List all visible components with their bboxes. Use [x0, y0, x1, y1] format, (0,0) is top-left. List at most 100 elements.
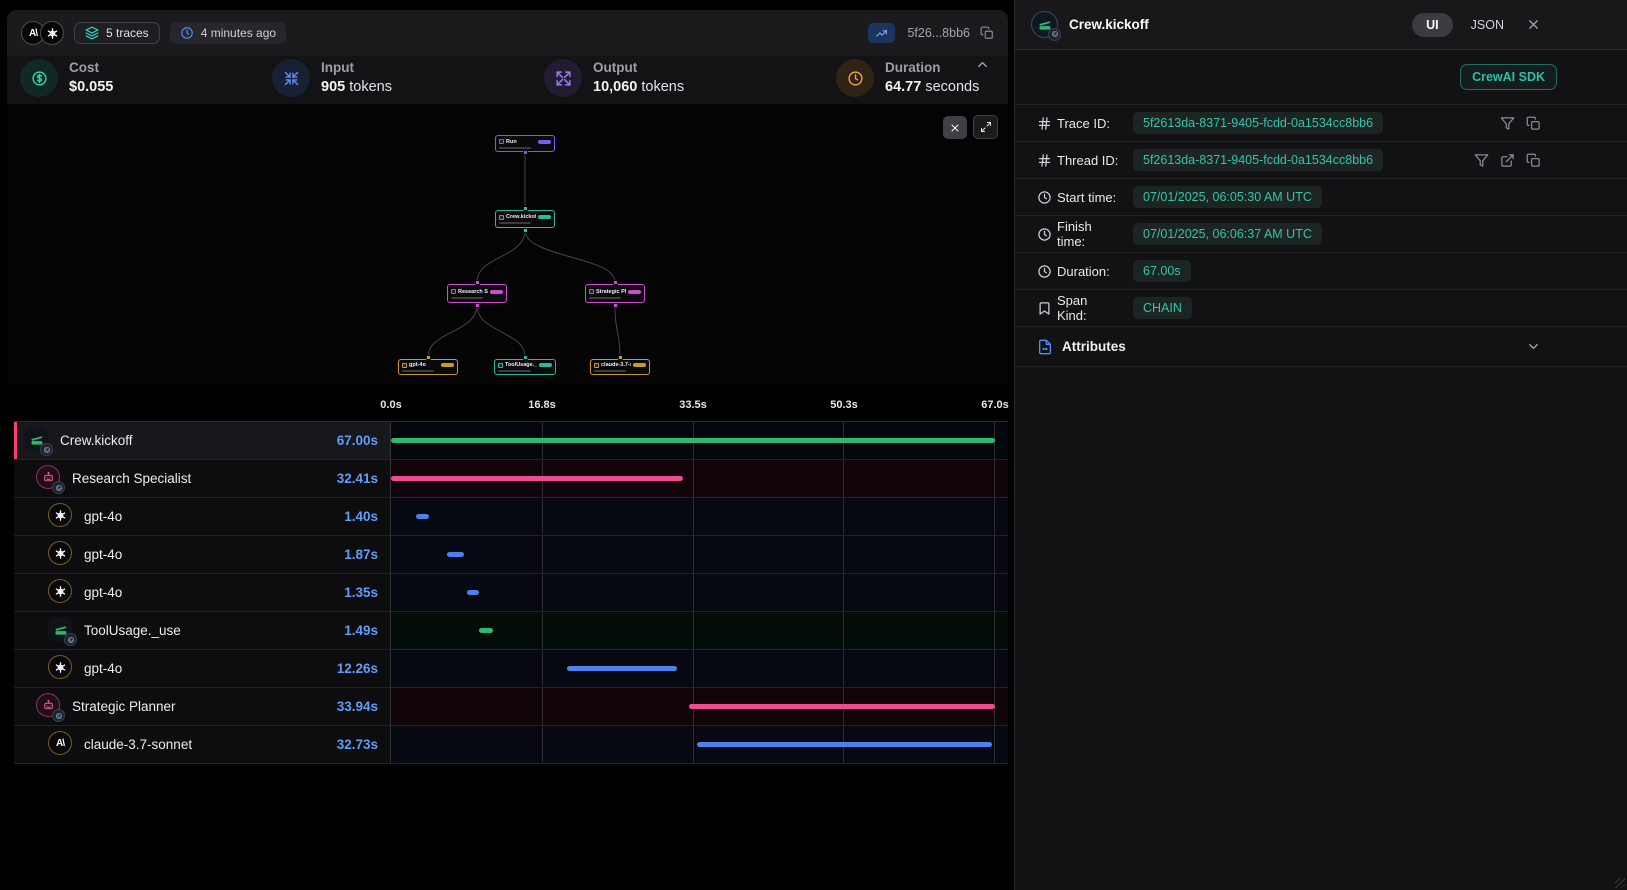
span-row-label-cell[interactable]: Crew.kickoff67.00s [14, 422, 391, 460]
provider-logos: A\ [21, 21, 64, 45]
span-bar[interactable] [697, 742, 992, 747]
metric-output: Output10,060 tokens [544, 59, 684, 97]
clock-icon [1037, 264, 1052, 279]
graph-node-gpt[interactable]: gpt-4o [398, 359, 458, 375]
trace-header-strip: A\ 5 traces 4 minutes ago 5f26...8bb6 [7, 10, 1008, 56]
node-handle[interactable] [523, 355, 528, 360]
span-name: gpt-4o [84, 585, 335, 600]
graph-node-crew[interactable]: Crew.kickoff [495, 210, 555, 228]
span-bar[interactable] [689, 704, 995, 709]
span-bar[interactable] [567, 666, 678, 671]
span-bar[interactable] [467, 590, 479, 595]
span-row[interactable]: Research Specialist32.41s [14, 460, 1008, 498]
panel-close-button[interactable] [1526, 17, 1541, 32]
trace-main: A\ 5 traces 4 minutes ago 5f26...8bb6 [0, 0, 1014, 890]
span-waterfall: 0.0s16.8s33.5s50.3s67.0s Crew.kickoff67.… [14, 393, 1008, 764]
field-value: CHAIN [1133, 297, 1192, 319]
copy-trace-id-button[interactable] [980, 26, 994, 40]
field-value: 67.00s [1133, 260, 1191, 282]
span-row-timeline-cell[interactable] [391, 536, 1008, 574]
node-subtext [451, 297, 483, 299]
span-row-label-cell[interactable]: gpt-4o1.87s [14, 536, 391, 574]
span-row[interactable]: ToolUsage._use1.49s [14, 612, 1008, 650]
openai-icon [48, 503, 75, 530]
node-handle[interactable] [613, 280, 618, 285]
external-icon[interactable] [1500, 153, 1515, 168]
node-handle[interactable] [523, 150, 528, 155]
entity-badge-icon [1048, 28, 1061, 41]
graph-node-research[interactable]: Research Speciali... [447, 284, 507, 303]
span-row[interactable]: gpt-4o1.40s [14, 498, 1008, 536]
metric-label: Input [321, 60, 392, 75]
span-row[interactable]: Crew.kickoff67.00s [14, 422, 1008, 460]
span-bar[interactable] [416, 514, 429, 519]
node-handle[interactable] [613, 303, 618, 308]
span-row[interactable]: gpt-4o12.26s [14, 650, 1008, 688]
attributes-section-toggle[interactable]: Attributes [1015, 327, 1627, 367]
span-row-label-cell[interactable]: Research Specialist32.41s [14, 460, 391, 498]
span-row[interactable]: Strategic Planner33.94s [14, 688, 1008, 726]
span-row-label-cell[interactable]: A\claude-3.7-sonnet32.73s [14, 726, 391, 764]
span-row-timeline-cell[interactable] [391, 650, 1008, 688]
span-row-timeline-cell[interactable] [391, 688, 1008, 726]
node-handle[interactable] [475, 280, 480, 285]
openai-icon [48, 579, 75, 606]
node-handle[interactable] [523, 228, 528, 233]
node-subtext [589, 297, 621, 299]
node-handle[interactable] [523, 206, 528, 211]
traces-badge[interactable]: 5 traces [74, 22, 160, 44]
graph-node-claude[interactable]: claude-3.7-sonnet [590, 359, 650, 375]
span-row[interactable]: A\claude-3.7-sonnet32.73s [14, 726, 1008, 764]
node-handle[interactable] [475, 303, 480, 308]
graph-expand-button[interactable] [973, 115, 998, 139]
copy-icon[interactable] [1526, 116, 1541, 131]
span-name: gpt-4o [84, 661, 328, 676]
span-row-timeline-cell[interactable] [391, 574, 1008, 612]
span-bar[interactable] [391, 476, 683, 481]
span-bar[interactable] [447, 552, 464, 557]
detail-fields: Trace ID:5f2613da-8371-9405-fcdd-0a1534c… [1015, 104, 1627, 327]
arrows-out-icon [544, 59, 582, 97]
trace-chart-button[interactable] [868, 23, 895, 43]
field-row: Span Kind:CHAIN [1015, 290, 1627, 327]
axis-tick: 67.0s [981, 399, 1009, 411]
span-row-label-cell[interactable]: Strategic Planner33.94s [14, 688, 391, 726]
span-row-timeline-cell[interactable] [391, 498, 1008, 536]
graph-node-strategic[interactable]: Strategic Planner [585, 284, 645, 303]
metric-input: Input905 tokens [272, 59, 392, 97]
close-icon [1526, 17, 1541, 32]
span-row-label-cell[interactable]: gpt-4o12.26s [14, 650, 391, 688]
span-row-timeline-cell[interactable] [391, 726, 1008, 764]
span-row-timeline-cell[interactable] [391, 612, 1008, 650]
hash-icon [1037, 153, 1052, 168]
copy-icon[interactable] [1526, 153, 1541, 168]
node-handle[interactable] [618, 355, 623, 360]
graph-close-button[interactable] [943, 116, 967, 139]
funnel-icon[interactable] [1474, 153, 1489, 168]
span-row[interactable]: gpt-4o1.87s [14, 536, 1008, 574]
resize-grip[interactable] [1615, 878, 1625, 888]
span-row-timeline-cell[interactable] [391, 422, 1008, 460]
copy-icon [980, 26, 994, 40]
collapse-metrics-button[interactable] [975, 57, 990, 77]
span-row-label-cell[interactable]: gpt-4o1.35s [14, 574, 391, 612]
node-badge [633, 363, 646, 367]
span-bar[interactable] [391, 438, 995, 443]
node-label: Crew.kickoff [506, 214, 536, 220]
graph-node-tool[interactable]: ToolUsage._use [494, 359, 556, 375]
span-duration: 1.40s [344, 509, 390, 524]
tab-ui[interactable]: UI [1412, 13, 1453, 37]
node-subtext [499, 147, 531, 149]
entity-badge-icon [52, 709, 65, 722]
tab-json[interactable]: JSON [1463, 13, 1512, 37]
field-label: Thread ID: [1057, 153, 1120, 168]
span-row-timeline-cell[interactable] [391, 460, 1008, 498]
span-bar[interactable] [479, 628, 492, 633]
field-label: Finish time: [1057, 219, 1120, 249]
span-row[interactable]: gpt-4o1.35s [14, 574, 1008, 612]
node-handle[interactable] [426, 355, 431, 360]
span-row-label-cell[interactable]: gpt-4o1.40s [14, 498, 391, 536]
span-row-label-cell[interactable]: ToolUsage._use1.49s [14, 612, 391, 650]
node-badge [539, 363, 552, 367]
funnel-icon[interactable] [1500, 116, 1515, 131]
